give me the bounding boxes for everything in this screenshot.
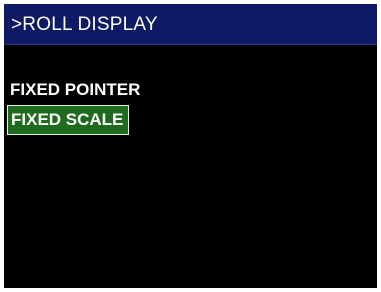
menu-item-fixed-pointer[interactable]: FIXED POINTER: [7, 76, 145, 106]
menu-title: >ROLL DISPLAY: [11, 14, 158, 35]
display-screen: >ROLL DISPLAY FIXED POINTER FIXED SCALE: [4, 4, 377, 288]
menu-item-fixed-scale[interactable]: FIXED SCALE: [7, 105, 130, 135]
menu-header: >ROLL DISPLAY: [4, 4, 377, 45]
